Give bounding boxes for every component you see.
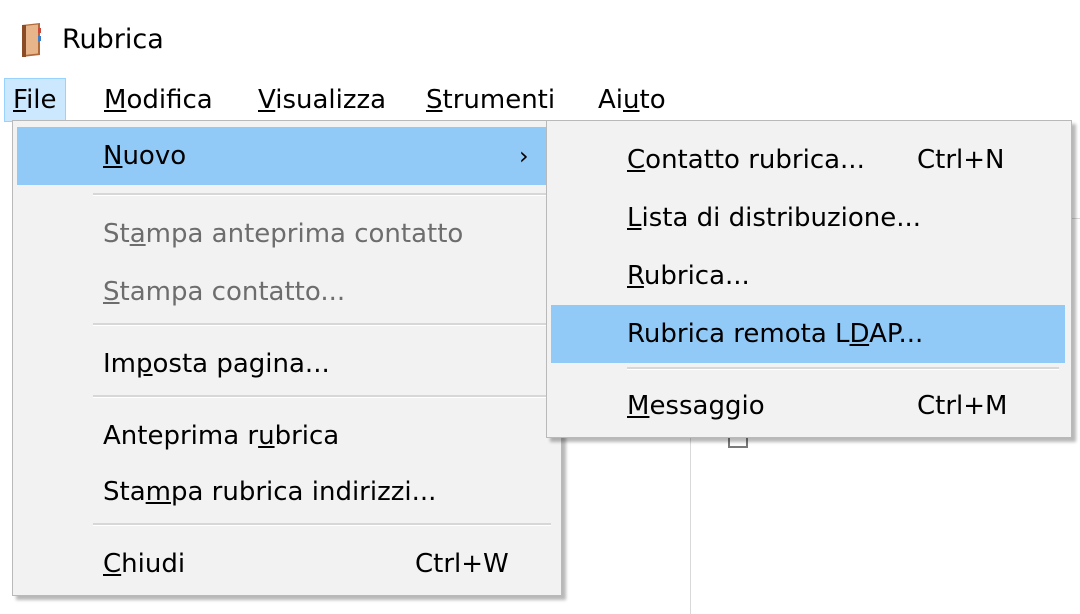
menu-bar: File Modifica Visualizza Strumenti Aiuto: [0, 78, 1080, 122]
menu-item-stampa-contatto[interactable]: Stampa contatto...: [17, 263, 557, 321]
window-title: Rubrica: [62, 24, 164, 55]
menu-item-imposta-pagina[interactable]: Imposta pagina...: [17, 335, 557, 393]
nuovo-submenu: Contatto rubrica... Ctrl+N Lista di dist…: [546, 120, 1072, 438]
title-bar: Rubrica: [0, 0, 1080, 78]
menu-strumenti[interactable]: Strumenti: [418, 78, 563, 122]
menu-separator: [93, 323, 551, 326]
menu-item-nuovo[interactable]: Nuovo ›: [17, 127, 557, 185]
menu-item-stampa-rubrica-indirizzi[interactable]: Stampa rubrica indirizzi...: [17, 463, 557, 521]
shortcut-label: Ctrl+M: [917, 391, 1008, 421]
menu-item-chiudi[interactable]: Chiudi Ctrl+W: [17, 535, 557, 593]
address-book-icon: [22, 23, 41, 57]
menu-item-rubrica-remota-ldap[interactable]: Rubrica remota LDAP...: [551, 305, 1065, 363]
shortcut-label: Ctrl+N: [917, 145, 1005, 175]
menu-separator: [93, 523, 551, 526]
menu-item-anteprima-rubrica[interactable]: Anteprima rubrica: [17, 407, 557, 465]
menu-aiuto[interactable]: Aiuto: [590, 78, 674, 122]
menu-separator: [93, 193, 551, 196]
file-menu: Nuovo › Stampa anteprima contatto Stampa…: [12, 120, 562, 596]
menu-separator: [93, 395, 551, 398]
shortcut-label: Ctrl+W: [415, 549, 509, 579]
menu-separator: [627, 367, 1059, 370]
menu-item-rubrica[interactable]: Rubrica...: [551, 247, 1065, 305]
menu-file[interactable]: File: [4, 78, 66, 122]
chevron-right-icon: ›: [519, 142, 529, 170]
menu-item-stampa-anteprima-contatto[interactable]: Stampa anteprima contatto: [17, 205, 557, 263]
menu-item-contatto-rubrica[interactable]: Contatto rubrica... Ctrl+N: [551, 131, 1065, 189]
menu-item-messaggio[interactable]: Messaggio Ctrl+M: [551, 377, 1065, 435]
menu-visualizza[interactable]: Visualizza: [250, 78, 394, 122]
menu-item-lista-distribuzione[interactable]: Lista di distribuzione...: [551, 189, 1065, 247]
menu-modifica[interactable]: Modifica: [96, 78, 221, 122]
